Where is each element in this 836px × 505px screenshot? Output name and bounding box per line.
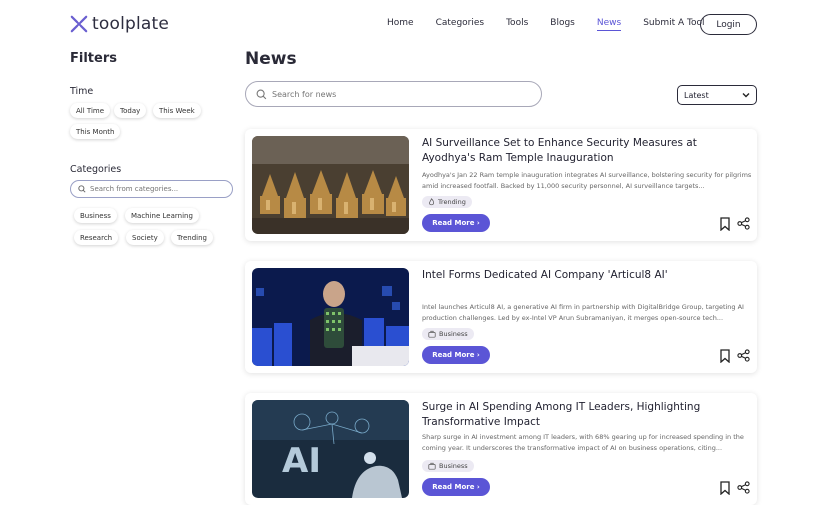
time-section-title: Time xyxy=(70,86,94,97)
nav-tools[interactable]: Tools xyxy=(506,18,528,28)
news-title[interactable]: Intel Forms Dedicated AI Company 'Articu… xyxy=(422,268,752,283)
news-tag-label: Trending xyxy=(438,198,466,206)
nav-categories[interactable]: Categories xyxy=(436,18,485,28)
category-chip-machine-learning[interactable]: Machine Learning xyxy=(125,208,199,223)
categories-section-title: Categories xyxy=(70,164,122,175)
categories-search-input[interactable] xyxy=(90,185,220,193)
sort-select[interactable]: Latest xyxy=(677,85,757,105)
category-chip-research[interactable]: Research xyxy=(74,230,119,245)
category-chip-trending[interactable]: Trending xyxy=(171,230,213,245)
svg-text:AI: AI xyxy=(282,441,321,481)
news-tag-label: Business xyxy=(439,462,468,470)
time-chip-all-time[interactable]: All Time xyxy=(70,103,111,118)
news-title[interactable]: AI Surveillance Set to Enhance Security … xyxy=(422,136,752,166)
sort-value: Latest xyxy=(684,90,709,100)
bookmark-icon[interactable] xyxy=(719,217,731,231)
page-title: News xyxy=(245,49,297,69)
share-icon[interactable] xyxy=(737,481,750,494)
news-thumbnail-intel[interactable] xyxy=(252,268,409,366)
category-chip-business[interactable]: Business xyxy=(74,208,117,223)
share-icon[interactable] xyxy=(737,349,750,362)
bookmark-icon[interactable] xyxy=(719,349,731,363)
news-description: Sharp surge in AI investment among IT le… xyxy=(422,433,744,452)
top-navbar: toolplate Home Categories Tools Blogs Ne… xyxy=(0,0,836,48)
share-icon[interactable] xyxy=(737,217,750,230)
briefcase-icon xyxy=(428,462,436,470)
flame-icon xyxy=(429,198,434,206)
category-chip-society[interactable]: Society xyxy=(126,230,164,245)
news-card[interactable]: AI Surveillance Set to Enhance Security … xyxy=(245,129,757,241)
time-chip-today[interactable]: Today xyxy=(114,103,147,118)
nav-blogs[interactable]: Blogs xyxy=(550,18,575,28)
read-more-label: Read More xyxy=(432,219,475,227)
briefcase-icon xyxy=(428,330,436,338)
categories-search[interactable] xyxy=(70,180,233,198)
news-description: Ayodhya's Jan 22 Ram temple inauguration… xyxy=(422,171,752,190)
news-tag: Trending xyxy=(422,196,472,208)
search-icon xyxy=(78,185,86,193)
nav-home[interactable]: Home xyxy=(387,18,414,28)
login-button[interactable]: Login xyxy=(700,14,757,35)
news-title[interactable]: Surge in AI Spending Among IT Leaders, H… xyxy=(422,400,752,430)
logo[interactable]: toolplate xyxy=(70,14,169,34)
read-more-button[interactable]: Read More › xyxy=(422,346,490,364)
read-more-label: Read More xyxy=(432,351,475,359)
news-description: Intel launches Articul8 AI, a generative… xyxy=(422,303,744,322)
nav-news[interactable]: News xyxy=(596,18,622,31)
read-more-label: Read More xyxy=(432,483,475,491)
bookmark-icon[interactable] xyxy=(719,481,731,495)
chevron-down-icon xyxy=(742,93,750,98)
time-chip-this-month[interactable]: This Month xyxy=(70,124,121,139)
news-search-input[interactable] xyxy=(272,89,512,99)
news-card[interactable]: Intel Forms Dedicated AI Company 'Articu… xyxy=(245,261,757,373)
news-search[interactable] xyxy=(245,81,542,107)
search-icon xyxy=(256,89,267,99)
main-nav: Home Categories Tools Blogs News Submit … xyxy=(387,18,726,31)
news-card[interactable]: AI Surge in AI Spending Among IT Leaders… xyxy=(245,393,757,505)
news-tag: Business xyxy=(422,460,474,472)
logo-text: toolplate xyxy=(92,14,170,34)
news-tag-label: Business xyxy=(439,330,468,338)
news-thumbnail-ai[interactable]: AI xyxy=(252,400,409,498)
filters-title: Filters xyxy=(70,51,117,66)
read-more-button[interactable]: Read More › xyxy=(422,478,490,496)
logo-icon xyxy=(70,15,88,33)
time-chip-this-week[interactable]: This Week xyxy=(153,103,201,118)
nav-submit-tool[interactable]: Submit A Tool xyxy=(643,18,704,28)
news-thumbnail-temple[interactable] xyxy=(252,136,409,234)
news-tag: Business xyxy=(422,328,474,340)
read-more-button[interactable]: Read More › xyxy=(422,214,490,232)
